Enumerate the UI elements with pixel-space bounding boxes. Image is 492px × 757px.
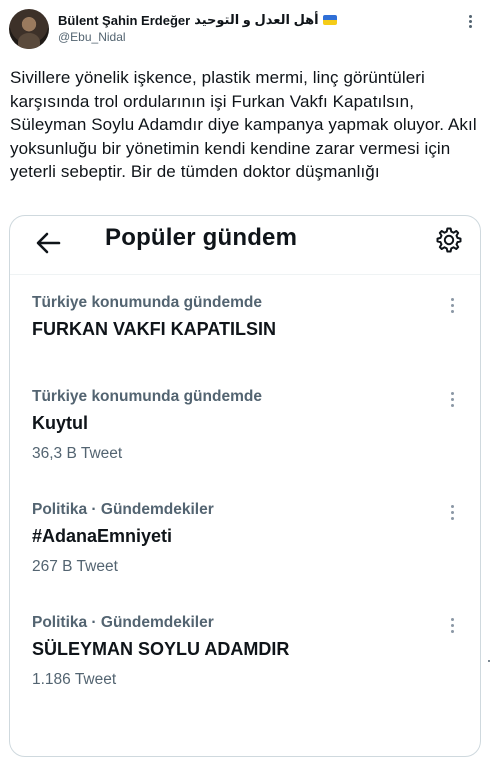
trend-context: Politika · Gündemdekiler [32,501,214,518]
trend-name: #AdanaEmniyeti [32,526,173,546]
avatar[interactable] [9,9,49,49]
more-options-icon[interactable] [461,10,481,30]
trend-more-icon [446,388,460,410]
trend-tweet-count: 267 B Tweet [32,558,118,575]
card-header: Popüler gündem [10,216,480,274]
trends-screenshot-card[interactable]: Popüler gündem Türkiye konumunda gündemd… [9,215,481,757]
trend-name: Kuytul [32,413,88,433]
trend-context: Politika · Gündemdekiler [32,614,214,631]
trend-context: Türkiye konumunda gündemde [32,388,262,405]
trend-name: FURKAN VAKFI KAPATILSIN [32,319,276,339]
ukraine-flag-icon [322,15,337,25]
trend-more-icon [446,501,460,523]
gear-icon [436,227,462,253]
trend-context: Türkiye konumunda gündemde [32,294,262,311]
author-handle[interactable]: @Ebu_Nidal [58,30,126,44]
trend-tweet-count: 1.186 Tweet [32,671,117,688]
trend-tweet-count: 36,3 B Tweet [32,445,123,462]
trend-more-icon [446,614,460,636]
back-arrow-icon [36,232,61,254]
card-divider [10,274,480,275]
author-name-row[interactable]: Bülent Şahin Erdeğer أهل العدل و التوحيد [58,12,337,28]
author-name-arabic[interactable]: أهل العدل و التوحيد [194,12,318,28]
author-name[interactable]: Bülent Şahin Erdeğer [58,13,190,28]
card-title: Popüler gündem [105,224,298,251]
trend-name: SÜLEYMAN SOYLU ADAMDIR [32,639,290,659]
trend-more-icon [446,294,460,316]
tweet-text: Sivillere yönelik işkence, plastik mermi… [10,68,477,181]
stray-dot [488,660,490,662]
tweet-header: Bülent Şahin Erdeğer أهل العدل و التوحيد… [0,0,492,60]
